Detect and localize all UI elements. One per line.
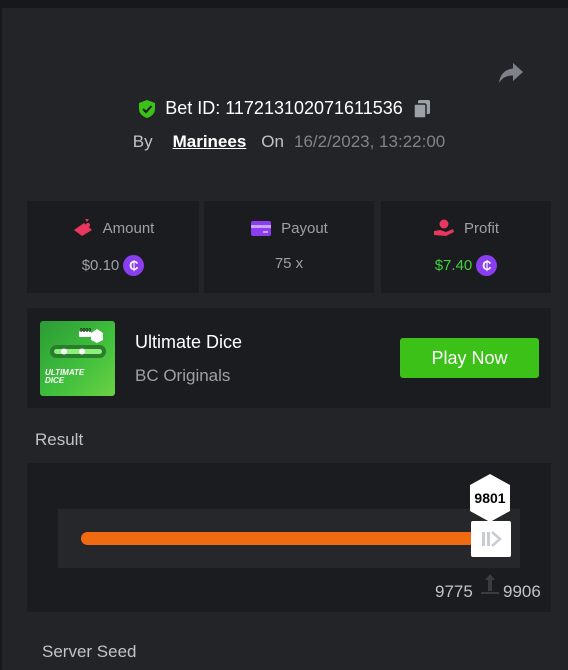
amount-label: Amount <box>102 219 155 237</box>
payout-value: 75 x <box>274 255 304 272</box>
profit-stat: Profit $7.40 ₵ <box>381 201 551 293</box>
by-label: By <box>132 132 153 151</box>
roll-value: 9801 <box>474 490 506 506</box>
shield-check-icon <box>139 99 156 118</box>
amount-value: $0.10 <box>81 257 120 274</box>
result-title: Result <box>35 430 84 449</box>
result-slider-track[interactable] <box>81 532 476 545</box>
thumb-title: ULTIMATE DICE <box>45 369 84 385</box>
payout-stat: Payout 75 x <box>204 201 374 293</box>
profit-value: $7.40 <box>434 257 473 274</box>
coin-icon: ₵ <box>123 255 145 276</box>
coin-icon: ₵ <box>476 255 498 276</box>
bet-date: 16/2/2023, 13:22:00 <box>293 132 446 151</box>
up-arrow-icon <box>481 574 499 594</box>
game-name[interactable]: Ultimate Dice <box>135 332 242 353</box>
result-box: 9801 9775 9906 <box>27 463 551 612</box>
thumb-badge: 9900 <box>80 328 92 334</box>
on-label: On <box>261 132 284 151</box>
bet-id: Bet ID: 117213102071611536 <box>165 98 403 118</box>
copy-icon[interactable] <box>413 99 431 119</box>
profit-label: Profit <box>463 219 499 237</box>
range-low: 9775 <box>435 582 473 601</box>
thumb-title-line2: DICE <box>45 376 65 385</box>
slider-handle-icon <box>482 531 502 547</box>
range-high: 9906 <box>503 582 541 601</box>
server-seed-title: Server Seed <box>42 642 137 661</box>
game-provider: BC Originals <box>135 366 231 385</box>
game-card: 9900 ULTIMATE DICE Ultimate Dice BC Orig… <box>27 308 551 408</box>
amount-stat: Amount $0.10 ₵ <box>27 201 199 293</box>
slider-handle[interactable] <box>471 521 511 557</box>
bet-id-row: Bet ID: 117213102071611536 <box>0 98 568 119</box>
username-link[interactable]: Marinees <box>173 132 247 152</box>
game-thumbnail[interactable]: 9900 ULTIMATE DICE <box>40 321 115 396</box>
profit-hand-icon <box>433 219 454 236</box>
share-icon[interactable] <box>497 60 525 86</box>
amount-icon <box>73 219 92 236</box>
payout-card-icon <box>251 221 272 236</box>
dice-art-icon <box>50 329 106 358</box>
play-now-button[interactable]: Play Now <box>400 338 539 378</box>
bet-meta-row: By Marinees On 16/2/2023, 13:22:00 <box>0 132 568 152</box>
payout-label: Payout <box>281 219 328 237</box>
